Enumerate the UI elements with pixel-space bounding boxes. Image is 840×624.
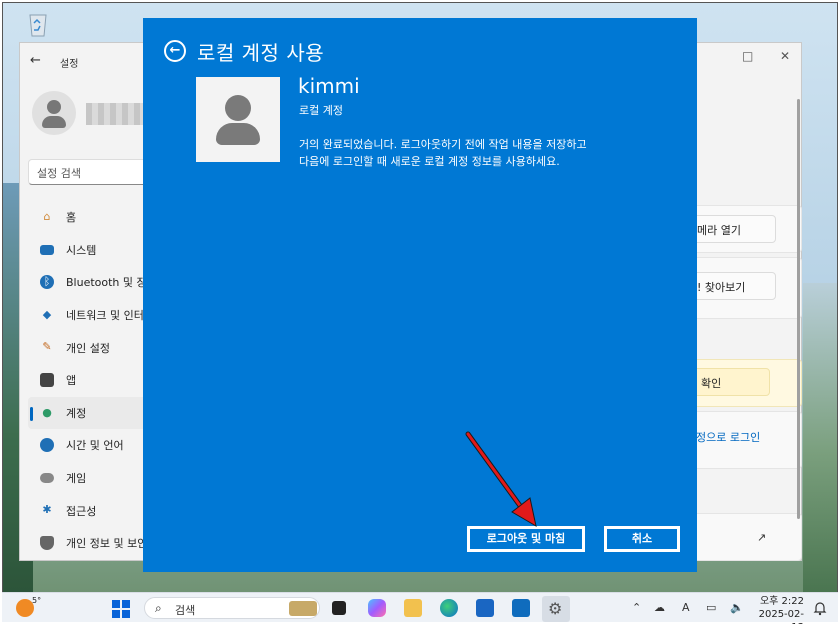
nav-item-system[interactable]: 시스템	[28, 234, 148, 267]
nav-label: 접근성	[66, 504, 97, 518]
settings-search-input[interactable]: 설정 검색	[28, 159, 148, 185]
nav-item-gaming[interactable]: 게임	[28, 462, 148, 495]
nav-item-personalization[interactable]: ✎ 개인 설정	[28, 331, 148, 364]
nav-label: 개인 정보 및 보안	[66, 537, 148, 551]
file-explorer-icon[interactable]	[404, 599, 422, 617]
account-type: 로컬 계정	[299, 104, 343, 117]
clock-time: 오후 2:22	[759, 596, 804, 607]
brush-icon: ✎	[42, 340, 52, 354]
home-icon: ⌂	[43, 210, 51, 223]
search-highlight-image	[289, 601, 317, 616]
task-view-icon[interactable]	[332, 601, 346, 615]
gear-icon: ⚙	[548, 599, 563, 618]
nav-label: 네트워크 및 인터넷	[66, 309, 148, 323]
nav-label: 앱	[66, 374, 77, 388]
edge-icon[interactable]	[440, 599, 458, 617]
dialog-message: 거의 완료되었습니다. 로그아웃하기 전에 작업 내용을 저장하고 다음에 로그…	[299, 136, 587, 170]
nav-item-privacy[interactable]: 개인 정보 및 보안	[28, 527, 148, 560]
nav-label: 계정	[66, 406, 87, 420]
user-avatar	[196, 77, 280, 162]
temperature: 5°	[32, 596, 42, 605]
taskbar-search[interactable]: ⌕ 검색	[144, 597, 320, 619]
nav-label: 시간 및 언어	[66, 439, 124, 453]
bluetooth-icon: ᛒ	[40, 275, 54, 290]
wifi-icon: ◆	[42, 307, 52, 321]
nav-item-network[interactable]: ◆ 네트워크 및 인터넷	[28, 299, 148, 332]
cloud-icon[interactable]: ☁	[654, 601, 665, 614]
display-icon[interactable]: ▭	[706, 601, 716, 614]
open-camera-button[interactable]: 메라 열기	[688, 215, 776, 243]
apps-icon	[40, 372, 54, 387]
back-arrow-icon[interactable]: ←	[30, 53, 41, 68]
nav-item-accounts[interactable]: ● 계정	[28, 396, 148, 430]
message-line-1: 거의 완료되었습니다. 로그아웃하기 전에 작업 내용을 저장하고	[299, 138, 587, 151]
nav-item-time-language[interactable]: 시간 및 언어	[28, 429, 148, 462]
clock-date: 2025-02-13	[758, 609, 804, 624]
gamepad-icon	[40, 472, 54, 483]
avatar-body	[216, 123, 260, 145]
nav-item-bluetooth[interactable]: ᛒ Bluetooth 및 장치	[28, 266, 148, 299]
start-icon[interactable]	[112, 600, 130, 618]
globe-icon	[40, 438, 54, 453]
maximize-icon[interactable]: □	[742, 49, 753, 63]
local-account-dialog: ← 로컬 계정 사용 kimmi 로컬 계정 거의 완료되었습니다. 로그아웃하…	[143, 18, 697, 572]
nav-label: 시스템	[66, 243, 97, 257]
message-line-2: 다음에 로그인할 때 새로운 로컬 계정 정보를 사용하세요.	[299, 155, 560, 168]
shield-icon	[40, 535, 54, 550]
profile-avatar	[32, 91, 76, 135]
search-label: 검색	[175, 604, 196, 617]
wallpaper-right	[803, 283, 837, 593]
settings-app-active[interactable]: ⚙	[542, 596, 570, 622]
store-icon[interactable]	[476, 599, 494, 617]
external-link-icon[interactable]: ↗	[757, 531, 766, 544]
nav-item-apps[interactable]: 앱	[28, 364, 148, 397]
nav-item-home[interactable]: ⌂ 홈	[28, 201, 148, 234]
back-arrow-icon[interactable]: ←	[164, 40, 186, 62]
nav-label: 개인 설정	[66, 341, 110, 355]
search-icon: ⌕	[155, 601, 162, 615]
sign-out-finish-button[interactable]: 로그아웃 및 마침	[466, 525, 586, 553]
cancel-button[interactable]: 취소	[603, 525, 681, 553]
taskbar: 5° ⌕ 검색 ⚙ ⌃ ☁ A ▭ 🔈 오후 2:22 2025-02-13	[2, 592, 838, 624]
recycle-bin-icon[interactable]	[23, 9, 53, 39]
confirm-button[interactable]: 확인	[692, 368, 770, 396]
copilot-icon[interactable]	[368, 599, 386, 617]
nav-label: Bluetooth 및 장치	[66, 276, 148, 290]
red-arrow-annotation	[465, 431, 537, 528]
avatar-head	[225, 95, 251, 121]
chevron-up-icon[interactable]: ⌃	[632, 601, 641, 614]
browse-files-button[interactable]: ! 찾아보기	[688, 272, 776, 300]
settings-title: 설정	[60, 59, 79, 70]
close-icon[interactable]: ✕	[780, 49, 790, 63]
dialog-title: 로컬 계정 사용	[197, 41, 325, 65]
ime-indicator[interactable]: A	[682, 601, 690, 614]
account-icon: ●	[42, 405, 52, 419]
outlook-icon[interactable]	[512, 599, 530, 617]
username: kimmi	[298, 74, 360, 98]
nav-item-accessibility[interactable]: ✱ 접근성	[28, 494, 148, 527]
nav-label: 홈	[66, 211, 77, 225]
monitor-icon	[40, 244, 54, 255]
nav-label: 게임	[66, 472, 87, 486]
settings-scrollbar[interactable]	[797, 99, 800, 519]
local-login-link[interactable]: 정으로 로그인	[696, 429, 760, 445]
accessibility-icon: ✱	[42, 503, 52, 517]
clock[interactable]: 오후 2:22 2025-02-13	[754, 595, 804, 624]
settings-nav: ⌂ 홈 시스템 ᛒ Bluetooth 및 장치 ◆ 네트워크 및 인터넷 ✎ …	[28, 201, 148, 560]
volume-icon[interactable]: 🔈	[730, 601, 744, 614]
notification-bell-icon[interactable]	[812, 600, 828, 616]
